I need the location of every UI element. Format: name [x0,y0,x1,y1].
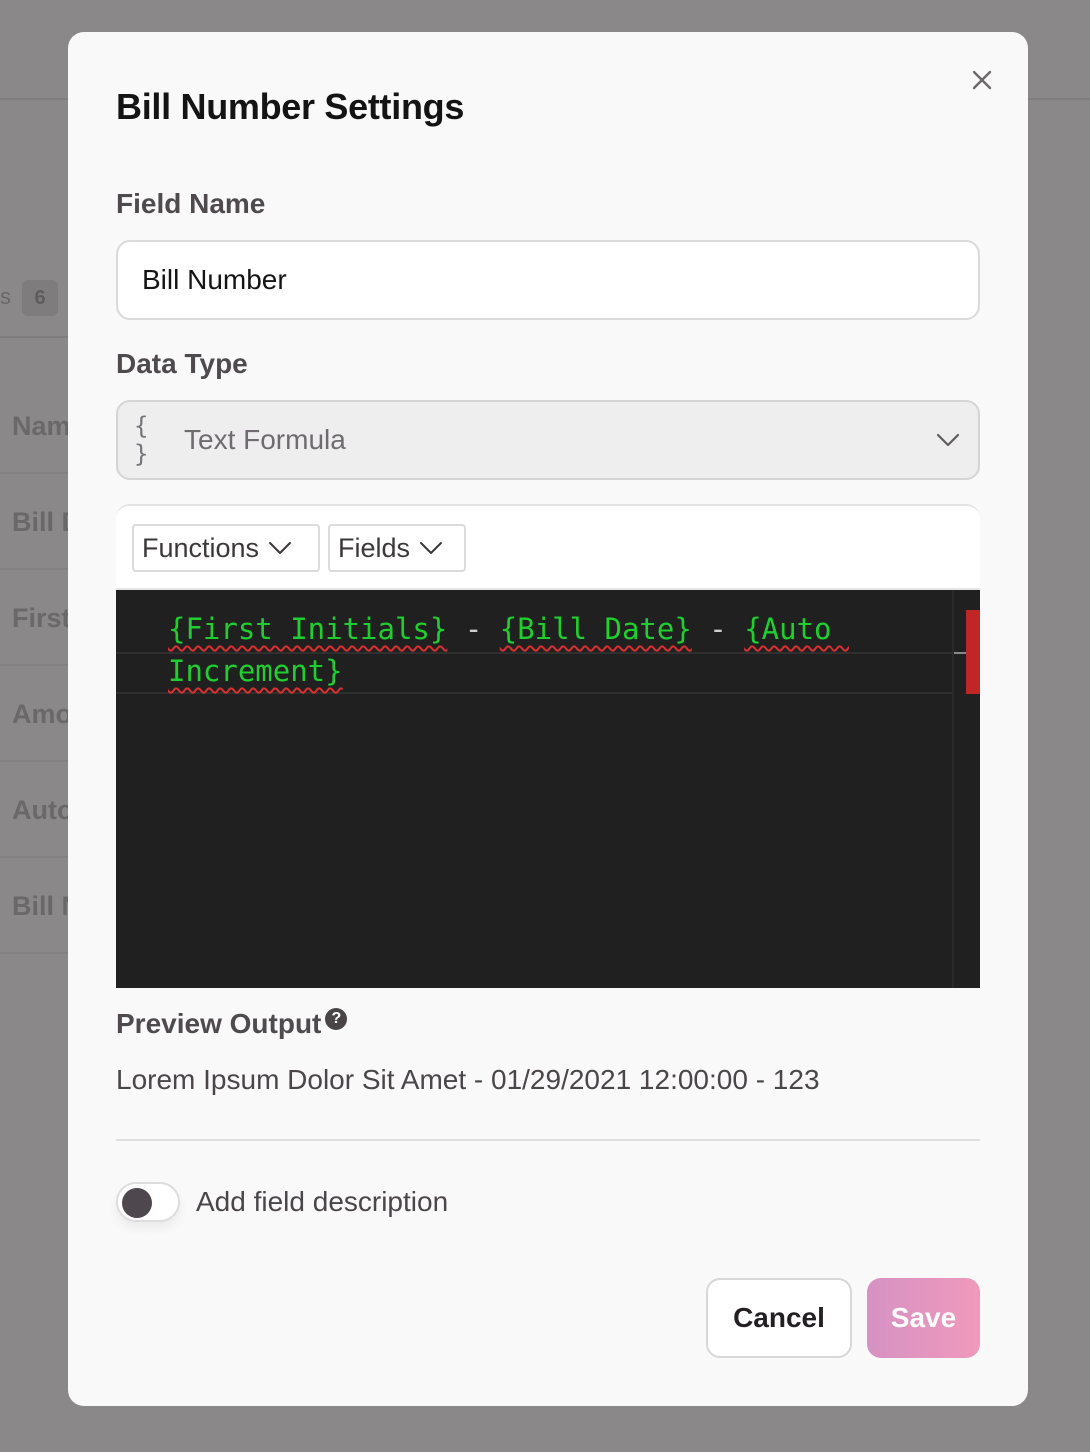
preview-output-value: Lorem Ipsum Dolor Sit Amet - 01/29/2021 … [116,1064,820,1095]
chevron-down-icon [269,542,292,554]
description-toggle-label: Add field description [196,1186,449,1217]
formula-builder: Functions Fields {First Initials} - {Bil… [116,504,980,988]
preview-output-label: Preview Output ? [116,1008,348,1040]
field-name-label: Field Name [116,188,266,219]
close-icon [972,70,992,90]
chevron-down-icon [420,542,443,554]
background-tab-count: 6 [22,280,58,316]
functions-label: Functions [142,532,260,563]
editor-scrollbar-track[interactable] [952,590,954,988]
settings-dialog: Bill Number Settings Field Name Data Typ… [68,32,1028,1406]
divider [116,1139,980,1141]
formula-operator: - [447,612,500,646]
data-type-select[interactable]: { } Text Formula [116,400,980,480]
formula-operator: - [691,612,745,646]
editor-line-highlight [116,692,952,694]
fields-label: Fields [338,532,411,563]
formula-token-first-initials: {First Initials} [168,612,448,646]
functions-dropdown[interactable]: Functions [132,524,320,572]
dialog-title: Bill Number Settings [116,86,465,127]
fields-dropdown[interactable]: Fields [328,524,466,572]
save-button[interactable]: Save [867,1278,980,1358]
data-type-label: Data Type [116,348,248,379]
formula-code: {First Initials} - {Bill Date} - {Auto I… [168,608,868,692]
toggle-knob [122,1188,152,1218]
description-toggle[interactable] [116,1182,180,1222]
cancel-button[interactable]: Cancel [706,1278,852,1358]
formula-toolbar: Functions Fields [116,506,980,590]
close-button[interactable] [964,62,1000,98]
chevron-down-icon [936,433,960,447]
field-name-input[interactable] [116,240,980,320]
formula-editor[interactable]: {First Initials} - {Bill Date} - {Auto I… [116,590,980,988]
help-icon[interactable]: ? [325,1008,348,1030]
background-tab-label: s [0,284,11,309]
data-type-value: Text Formula [184,424,346,455]
braces-icon: { } [134,412,151,468]
formula-token-bill-date: {Bill Date} [499,612,692,646]
error-marker [966,610,980,694]
preview-output-title: Preview Output [116,1008,322,1039]
